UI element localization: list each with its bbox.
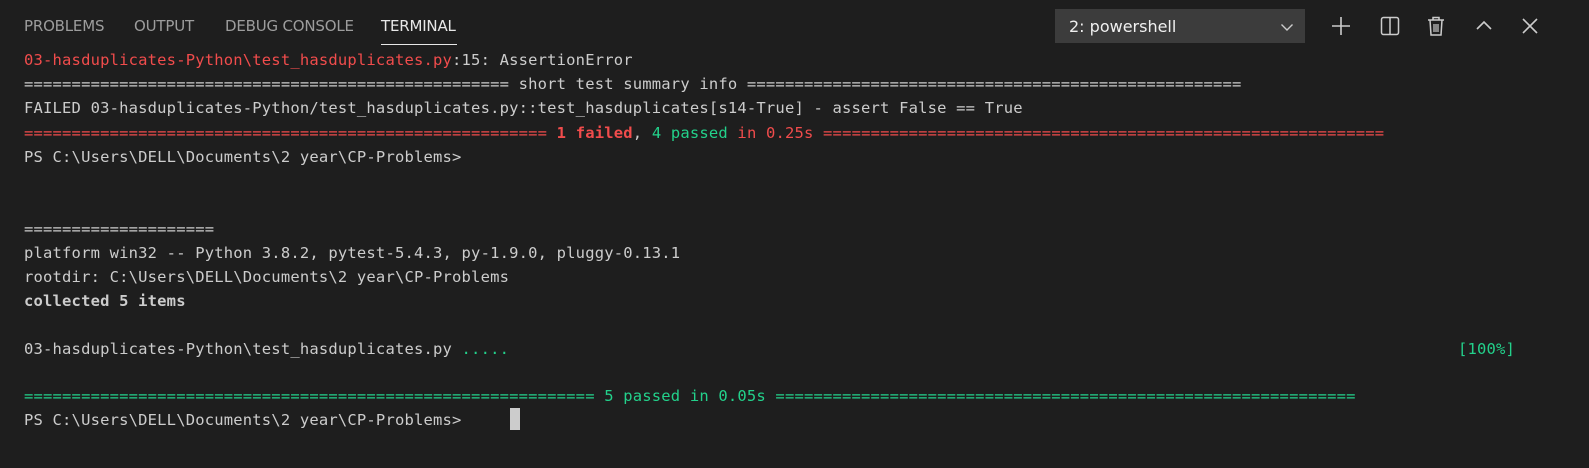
- prompt-line: PS C:\Users\DELL\Documents\2 year\CP-Pro…: [24, 148, 462, 166]
- failed-test-line: FAILED 03-hasduplicates-Python/test_hasd…: [24, 99, 1023, 117]
- tab-debug-console[interactable]: DEBUG CONSOLE: [225, 17, 354, 35]
- terminal-selector-value: 2: powershell: [1069, 17, 1177, 36]
- result-line-failed: ========================================…: [24, 121, 1384, 145]
- tab-output[interactable]: OUTPUT: [134, 17, 194, 35]
- panel-tab-bar: PROBLEMS OUTPUT DEBUG CONSOLE TERMINAL 2…: [0, 0, 1589, 52]
- rootdir-line: rootdir: C:\Users\DELL\Documents\2 year\…: [24, 268, 510, 286]
- split-terminal-button[interactable]: [1378, 14, 1402, 38]
- terminal-line: 03-hasduplicates-Python\test_hasduplicat…: [24, 48, 633, 72]
- test-progress-line: 03-hasduplicates-Python\test_hasduplicat…: [24, 337, 509, 361]
- result-line-passed: ========================================…: [24, 387, 1356, 405]
- close-icon: [1518, 14, 1542, 38]
- active-prompt-line: PS C:\Users\DELL\Documents\2 year\CP-Pro…: [24, 411, 472, 429]
- result-comma: ,: [632, 124, 652, 142]
- test-dots: .....: [461, 340, 510, 358]
- terminal-selector-dropdown[interactable]: 2: powershell: [1055, 9, 1305, 43]
- trash-icon: [1424, 14, 1448, 38]
- collected-items-line: collected 5 items: [24, 292, 186, 310]
- terminal-panel: PROBLEMS OUTPUT DEBUG CONSOLE TERMINAL 2…: [0, 0, 1589, 468]
- split-icon: [1378, 14, 1402, 38]
- maximize-panel-button[interactable]: [1472, 14, 1496, 38]
- test-file-name: 03-hasduplicates-Python\test_hasduplicat…: [24, 340, 462, 358]
- platform-info-line: platform win32 -- Python 3.8.2, pytest-5…: [24, 244, 681, 262]
- new-terminal-button[interactable]: [1329, 14, 1353, 38]
- failed-count: 1 failed: [556, 124, 633, 142]
- session-separator-line: ====================: [24, 220, 215, 238]
- close-panel-button[interactable]: [1518, 14, 1542, 38]
- passed-count: 4 passed: [651, 124, 728, 142]
- result-separator-right: in 0.25s ===============================…: [727, 124, 1385, 142]
- active-tab-indicator: [381, 44, 457, 45]
- error-file-path: 03-hasduplicates-Python\test_hasduplicat…: [24, 51, 453, 69]
- chevron-down-icon: [1280, 19, 1294, 33]
- plus-icon: [1329, 14, 1353, 38]
- result-separator-left: ========================================…: [24, 124, 557, 142]
- tab-problems[interactable]: PROBLEMS: [24, 17, 104, 35]
- error-message: :15: AssertionError: [452, 51, 633, 69]
- kill-terminal-button[interactable]: [1424, 14, 1448, 38]
- chevron-up-icon: [1472, 14, 1496, 38]
- summary-header-line: ========================================…: [24, 75, 1242, 93]
- terminal-cursor: [510, 408, 520, 430]
- test-progress-percent: [100%]: [1458, 340, 1516, 358]
- tab-terminal[interactable]: TERMINAL: [381, 17, 456, 35]
